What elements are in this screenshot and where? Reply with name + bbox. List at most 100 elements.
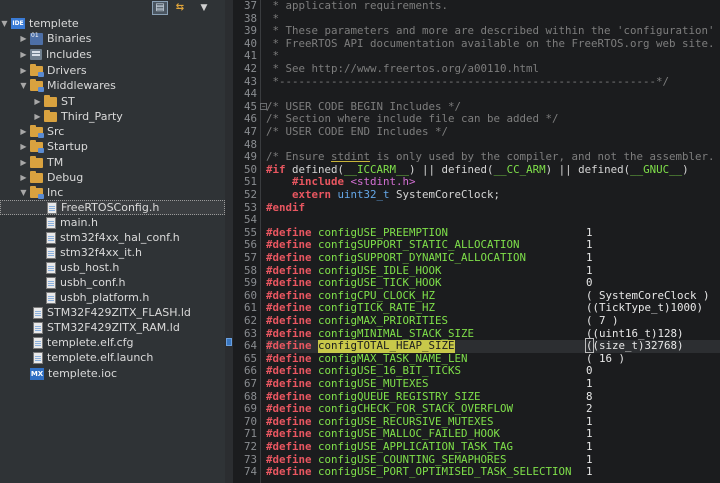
tree-item-usbh-conf-h[interactable]: usbh_conf.h xyxy=(0,275,225,290)
chevron-right-icon[interactable]: ▶ xyxy=(19,127,28,136)
tree-item-main-h[interactable]: main.h xyxy=(0,215,225,230)
link-with-editor-icon[interactable]: ⇆ xyxy=(172,1,188,15)
line-number: 52 xyxy=(243,188,257,201)
chevron-right-icon[interactable]: ▶ xyxy=(19,158,28,167)
define-line: #define configTOTAL_HEAP_SIZE ((size_t)32… xyxy=(266,338,720,354)
tree-item-inc[interactable]: ▼ Inc xyxy=(0,185,225,200)
directive-define: #define xyxy=(266,427,312,441)
header-file-icon xyxy=(46,276,56,289)
config-file-icon xyxy=(33,336,43,349)
explorer-toolbar: ▤ ⇆ ▼ xyxy=(0,0,225,16)
line-number: 62 xyxy=(243,314,257,327)
define-value: ((size_t)32768) xyxy=(585,338,684,354)
tree-item-elf-cfg[interactable]: templete.elf.cfg xyxy=(0,335,225,350)
tree-item-third-party[interactable]: ▶ Third_Party xyxy=(0,109,225,124)
code-line: /* USER CODE END Includes */ xyxy=(266,125,449,138)
tree-item-ram-ld[interactable]: STM32F429ZITX_RAM.ld xyxy=(0,320,225,335)
macro-name: __GNUC__ xyxy=(630,162,683,176)
occurrence-marker-icon[interactable] xyxy=(226,338,232,346)
header-file-icon xyxy=(46,291,56,304)
view-menu-icon[interactable]: ▼ xyxy=(196,1,212,15)
chevron-right-icon[interactable]: ▶ xyxy=(33,97,42,106)
define-name: configUSE_TICK_HOOK xyxy=(318,276,442,290)
linker-file-icon xyxy=(33,321,43,334)
directive-define: #define xyxy=(266,389,312,403)
code-line: * See http://www.freertos.org/a00110.htm… xyxy=(266,62,540,75)
code-text: ) || defined( xyxy=(545,162,631,176)
define-value: ( 7 ) xyxy=(586,314,619,327)
tree-item-elf-launch[interactable]: templete.elf.launch xyxy=(0,350,225,365)
tree-item-src[interactable]: ▶ Src xyxy=(0,124,225,139)
code-line: *---------------------------------------… xyxy=(266,74,670,88)
tree-item-ioc[interactable]: MX templete.ioc xyxy=(0,366,225,381)
code-line: extern uint32_t SystemCoreClock; xyxy=(266,188,501,202)
define-value: 1 xyxy=(586,251,593,264)
tree-item-it-h[interactable]: stm32f4xx_it.h xyxy=(0,245,225,260)
keyword-extern: extern xyxy=(292,188,332,201)
define-name: configCHECK_FOR_STACK_OVERFLOW xyxy=(318,402,514,416)
tree-item-drivers[interactable]: ▶ Drivers xyxy=(0,63,225,78)
define-name: configUSE_MUTEXES xyxy=(318,377,429,390)
binaries-icon xyxy=(30,32,43,45)
chevron-right-icon[interactable]: ▶ xyxy=(19,50,28,59)
tree-item-flash-ld[interactable]: STM32F429ZITX_FLASH.ld xyxy=(0,305,225,320)
code-text: SystemCoreClock; xyxy=(389,188,501,201)
chevron-right-icon[interactable]: ▶ xyxy=(19,173,28,182)
chevron-right-icon[interactable]: ▶ xyxy=(33,112,42,121)
code-line: #endif xyxy=(266,200,306,214)
chevron-down-icon[interactable]: ▼ xyxy=(0,19,9,28)
define-name: configUSE_PORT_OPTIMISED_TASK_SELECTION xyxy=(318,465,572,479)
line-number: 49 xyxy=(243,150,257,164)
chevron-down-icon[interactable]: ▼ xyxy=(19,188,28,197)
tree-item-usb-host-h[interactable]: usb_host.h xyxy=(0,260,225,275)
tree-item-usbh-platform-h[interactable]: usbh_platform.h xyxy=(0,290,225,305)
line-number: 39 xyxy=(243,24,257,38)
line-number: 47 xyxy=(243,125,257,138)
line-number: 57 xyxy=(243,251,257,264)
chevron-right-icon[interactable]: ▶ xyxy=(19,142,28,151)
chevron-down-icon[interactable]: ▼ xyxy=(19,81,28,90)
tree-item-binaries[interactable]: ▶ Binaries xyxy=(0,31,225,46)
directive-include: #include xyxy=(292,175,345,189)
code-editor[interactable]: 37 38 39 40 41 42 43 44 45 46 47 48 49 5… xyxy=(233,0,720,483)
tree-item-includes[interactable]: ▶ Includes xyxy=(0,47,225,62)
tree-item-freertosconfig-h[interactable]: FreeRTOSConfig.h xyxy=(0,200,225,215)
tree-item-middlewares[interactable]: ▼ Middlewares xyxy=(0,78,225,93)
folder-icon xyxy=(30,155,43,168)
panel-splitter[interactable] xyxy=(225,0,233,483)
chevron-right-icon[interactable]: ▶ xyxy=(19,34,28,43)
source-folder-icon xyxy=(30,185,44,199)
tree-item-tm[interactable]: ▶ TM xyxy=(0,155,225,170)
define-name: configMAX_PRIORITIES xyxy=(318,314,449,327)
comment-text: is only used by the compiler, and not th… xyxy=(370,150,720,164)
gutter-divider xyxy=(260,0,261,483)
tree-item-st[interactable]: ▶ ST xyxy=(0,94,225,109)
tree-item-project[interactable]: ▼ IDE templete xyxy=(0,16,225,31)
collapse-all-icon[interactable]: ▤ xyxy=(152,1,168,15)
macro-name: __ICCARM__ xyxy=(344,162,410,176)
directive-define: #define xyxy=(266,339,312,353)
directive-define: #define xyxy=(266,452,312,466)
tree-item-debug[interactable]: ▶ Debug xyxy=(0,170,225,185)
directive-define: #define xyxy=(266,326,312,340)
mx-ioc-icon: MX xyxy=(30,367,44,380)
chevron-right-icon[interactable]: ▶ xyxy=(19,66,28,75)
directive-define: #define xyxy=(266,414,312,428)
line-number: 44 xyxy=(243,87,257,101)
tree-item-startup[interactable]: ▶ Startup xyxy=(0,139,225,154)
code-line: * FreeRTOS API documentation available o… xyxy=(266,36,715,50)
directive-define: #define xyxy=(266,225,312,239)
tree-item-hal-conf-h[interactable]: stm32f4xx_hal_conf.h xyxy=(0,230,225,245)
line-number: 64 xyxy=(243,339,257,353)
line-number-gutter: 37 38 39 40 41 42 43 44 45 46 47 48 49 5… xyxy=(233,0,261,483)
line-number: 54 xyxy=(243,213,257,227)
folder-icon xyxy=(44,109,57,122)
line-number: 37 xyxy=(243,0,257,12)
type-name: uint32_t xyxy=(331,188,390,201)
line-number: 69 xyxy=(243,402,257,416)
ide-project-icon: IDE xyxy=(11,18,25,29)
source-folder-icon xyxy=(30,124,44,138)
source-folder-icon xyxy=(30,63,44,77)
define-name: configUSE_APPLICATION_TASK_TAG xyxy=(318,440,514,453)
code-text: ) || defined( xyxy=(409,162,494,176)
